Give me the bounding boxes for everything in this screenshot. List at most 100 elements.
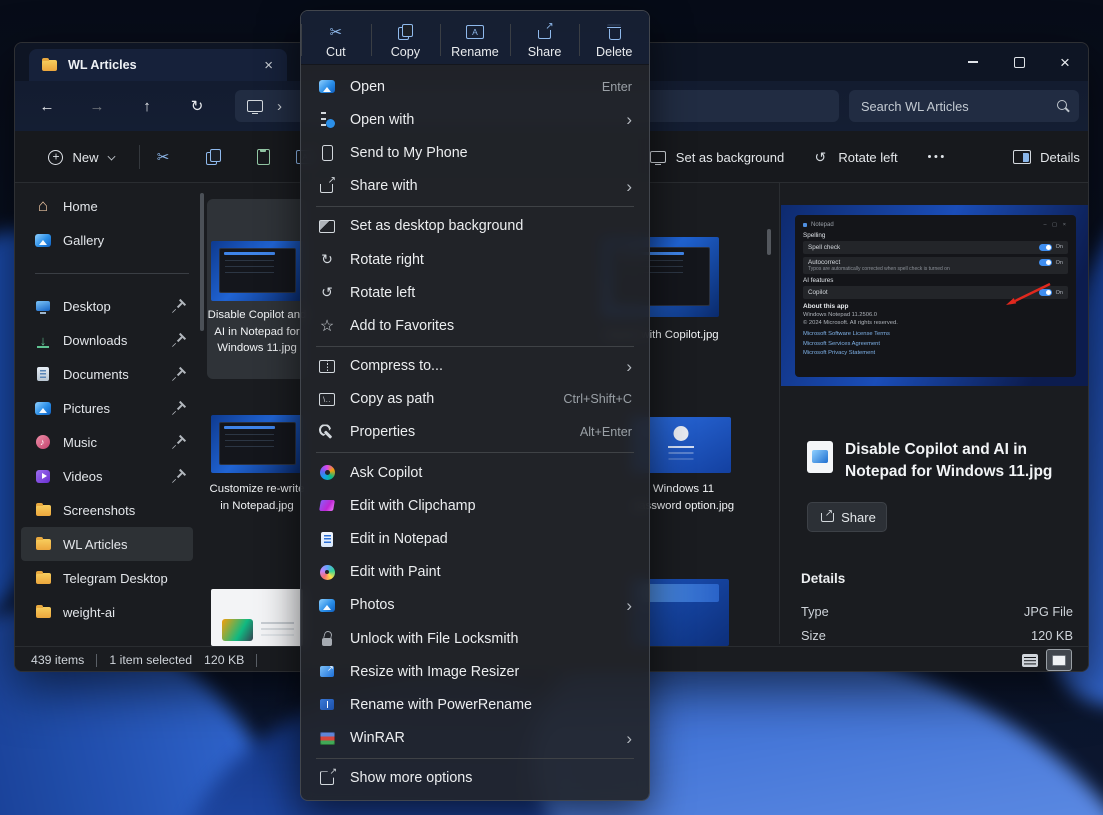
sidebar-scrollbar[interactable]: [200, 193, 204, 331]
context-menu-item-label: Resize with Image Resizer: [350, 664, 632, 680]
context-menu-item[interactable]: Open with ›: [306, 103, 644, 136]
context-menu-item[interactable]: Set as desktop background ›: [306, 210, 644, 243]
sidebar-item[interactable]: Downloads: [21, 323, 193, 357]
context-toolbar-button[interactable]: Copy: [371, 16, 441, 64]
file-tile[interactable]: [207, 589, 307, 646]
toolbar-button-label: Rename: [451, 45, 499, 59]
preview-notepad-window: Notepad – ▢ × Spelling Spell check On: [795, 215, 1076, 377]
file-tile[interactable]: Disable Copilot and AI in Notepad for Wi…: [207, 199, 307, 379]
see-more-button[interactable]: [918, 140, 956, 174]
desktop-bg-icon: [317, 216, 337, 236]
details-view-icon[interactable]: [1022, 654, 1038, 667]
sidebar-item[interactable]: WL Articles: [21, 527, 193, 561]
pin-icon: [171, 434, 188, 451]
file-tile[interactable]: Customize re-write in Notepad.jpg: [207, 413, 307, 543]
context-menu-item[interactable]: Rotate right ›: [306, 243, 644, 276]
context-menu-item-label: Add to Favorites: [350, 318, 632, 334]
close-button[interactable]: [1042, 43, 1088, 81]
sidebar: Home Gallery Desktop: [21, 189, 193, 629]
context-menu-item[interactable]: Photos ›: [306, 589, 644, 622]
context-menu-item-label: Edit in Notepad: [350, 531, 632, 547]
sidebar-item[interactable]: Music: [21, 425, 193, 459]
context-menu-item[interactable]: Rename with PowerRename ›: [306, 688, 644, 721]
rotate-left-icon: [810, 147, 830, 167]
file-grid-scrollbar[interactable]: [767, 229, 771, 255]
explorer-tab[interactable]: WL Articles ×: [29, 49, 287, 81]
cut-button[interactable]: [145, 140, 181, 174]
context-menu-item-label: Compress to...: [350, 358, 618, 374]
breadcrumb-chevron-icon[interactable]: ›: [277, 98, 282, 115]
details-section-header: Details: [801, 571, 845, 586]
context-menu-item[interactable]: Send to My Phone ›: [306, 136, 644, 169]
preview-image[interactable]: Notepad – ▢ × Spelling Spell check On: [781, 205, 1089, 386]
context-menu-item[interactable]: WinRAR ›: [306, 722, 644, 755]
file-thumbnail: [211, 415, 303, 473]
context-menu-item[interactable]: Ask Copilot ›: [306, 456, 644, 489]
winrar-icon: [317, 728, 337, 748]
maximize-button[interactable]: [996, 43, 1042, 81]
back-button[interactable]: ←: [32, 91, 62, 121]
search-input[interactable]: [849, 90, 1079, 122]
rotate-left-button[interactable]: Rotate left: [801, 140, 907, 174]
tab-close-icon[interactable]: ×: [260, 58, 277, 73]
see-more-icon: [928, 155, 946, 159]
context-toolbar-button[interactable]: Delete: [579, 16, 649, 64]
sidebar-item[interactable]: Telegram Desktop: [21, 561, 193, 595]
view-switcher: [1022, 649, 1072, 671]
sidebar-item-label: weight-ai: [63, 605, 115, 620]
search-icon[interactable]: [1055, 98, 1071, 114]
context-menu-item-label: Set as desktop background: [350, 218, 632, 234]
toolbar-button-label: Copy: [391, 45, 420, 59]
toggle-state-label: On: [1056, 244, 1063, 250]
context-menu-item[interactable]: Resize with Image Resizer ›: [306, 655, 644, 688]
context-menu-item[interactable]: Unlock with File Locksmith ›: [306, 622, 644, 655]
context-menu-item[interactable]: Compress to... ›: [306, 350, 644, 383]
up-button[interactable]: ↑: [132, 91, 162, 121]
context-menu-item[interactable]: Copy as path Ctrl+Shift+C ›: [306, 383, 644, 416]
new-button[interactable]: New: [31, 140, 131, 174]
context-menu-item[interactable]: Edit in Notepad ›: [306, 522, 644, 555]
context-menu-item[interactable]: Show more options ›: [306, 762, 644, 795]
thumbnail-view-button[interactable]: [1046, 649, 1072, 671]
details-button-label: Details: [1040, 150, 1080, 165]
details-button[interactable]: Details: [1003, 140, 1089, 174]
copy-button[interactable]: [195, 140, 231, 174]
sidebar-item[interactable]: Documents: [21, 357, 193, 391]
context-menu-item[interactable]: Rotate left ›: [306, 276, 644, 309]
lock-icon: [317, 629, 337, 649]
context-toolbar-button[interactable]: Rename: [440, 16, 510, 64]
preview-toggle-rows: Spell check On Autocorrect On Typos are …: [803, 241, 1068, 274]
sidebar-item[interactable]: Home: [21, 189, 193, 223]
context-toolbar-button[interactable]: Share: [510, 16, 580, 64]
refresh-button[interactable]: ↻: [182, 91, 212, 121]
context-menu-item[interactable]: Share with ›: [306, 170, 644, 203]
context-menu-item[interactable]: Properties Alt+Enter ›: [306, 416, 644, 449]
context-menu-item[interactable]: Open Enter ›: [306, 70, 644, 103]
sidebar-item[interactable]: Screenshots: [21, 493, 193, 527]
submenu-chevron-icon: ›: [626, 358, 632, 375]
more-options-icon: [317, 768, 337, 788]
sidebar-item[interactable]: Pictures: [21, 391, 193, 425]
sidebar-item[interactable]: weight-ai: [21, 595, 193, 629]
sidebar-item[interactable]: Gallery: [21, 223, 193, 257]
set-as-background-button[interactable]: Set as background: [641, 140, 791, 174]
paint-icon: [317, 562, 337, 582]
context-toolbar-button[interactable]: Cut: [301, 16, 371, 64]
paste-button[interactable]: [245, 140, 281, 174]
context-menu-item[interactable]: Edit with Paint ›: [306, 556, 644, 589]
preview-link: Microsoft Privacy Statement: [803, 350, 1068, 356]
share-icon: [535, 22, 555, 42]
gallery-icon: [33, 230, 53, 250]
share-button[interactable]: Share: [807, 502, 887, 532]
context-menu-item-label: Edit with Paint: [350, 564, 632, 580]
zip-folder-icon: [317, 356, 337, 376]
sidebar-item[interactable]: Videos: [21, 459, 193, 493]
sidebar-item[interactable]: Desktop: [21, 289, 193, 323]
forward-button[interactable]: →: [82, 91, 112, 121]
pin-icon: [171, 366, 188, 383]
context-menu-item[interactable]: Add to Favorites ›: [306, 309, 644, 342]
preview-row-subtext: Typos are automatically corrected when s…: [808, 266, 988, 272]
minimize-button[interactable]: [950, 43, 996, 81]
context-menu-item[interactable]: Edit with Clipchamp ›: [306, 489, 644, 522]
preview-section-spelling: Spelling: [803, 232, 1068, 239]
